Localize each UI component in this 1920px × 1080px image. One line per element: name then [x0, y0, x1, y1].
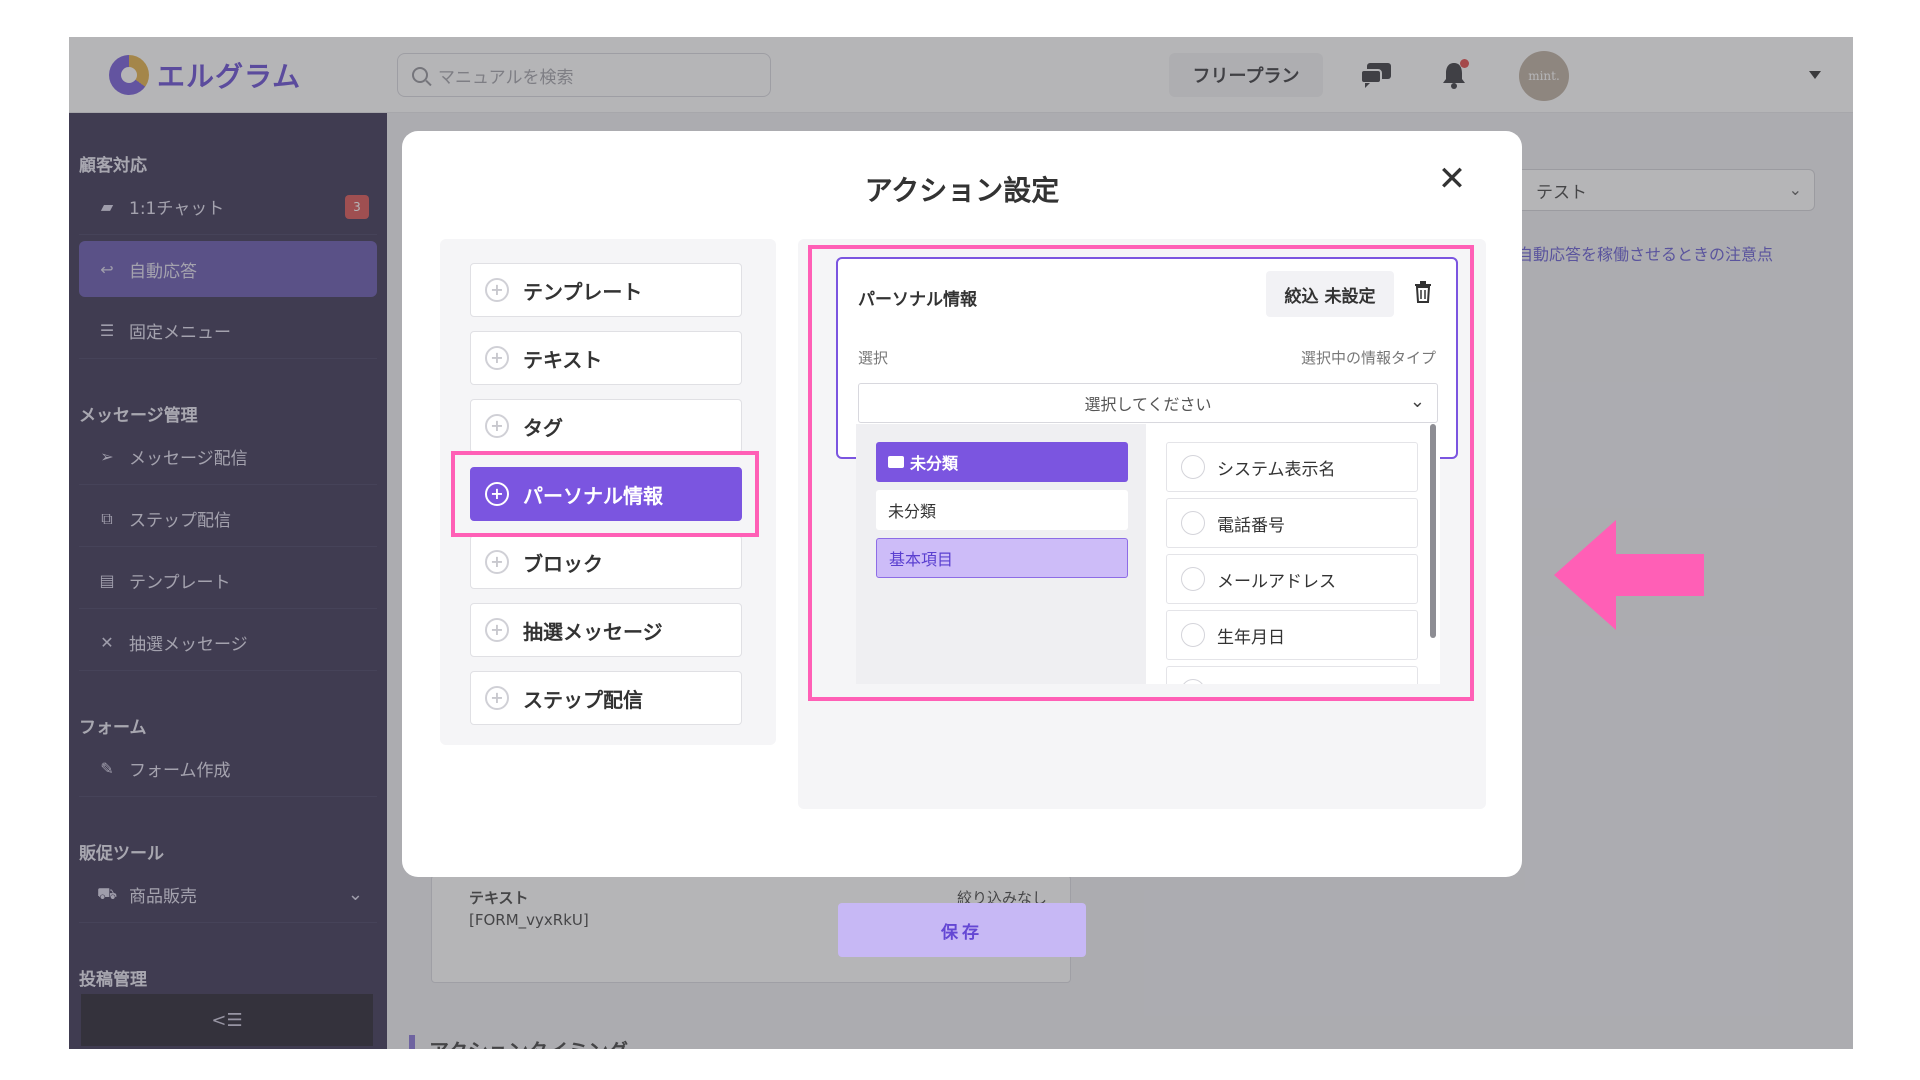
- action-type-list: + テンプレート + テキスト + タグ + パーソナル情報 + ブロック + …: [440, 239, 776, 745]
- action-label: テキスト: [523, 347, 603, 372]
- action-template-button[interactable]: + テンプレート: [470, 263, 742, 317]
- highlight-box-left: [451, 451, 759, 537]
- highlight-box-right: [808, 245, 1474, 701]
- action-settings-modal: アクション設定 ✕ + テンプレート + テキスト + タグ + パーソナル情報…: [402, 131, 1522, 877]
- app-window: エルグラム マニュアルを検索 フリープラン mint. 顧客対応 ▰ 1:1チャ…: [69, 37, 1853, 1049]
- plus-circle-icon: +: [485, 686, 509, 710]
- action-text-button[interactable]: + テキスト: [470, 331, 742, 385]
- pointer-arrow-icon: [1554, 520, 1704, 630]
- plus-circle-icon: +: [485, 346, 509, 370]
- action-block-button[interactable]: + ブロック: [470, 535, 742, 589]
- plus-circle-icon: +: [485, 278, 509, 302]
- action-tag-button[interactable]: + タグ: [470, 399, 742, 453]
- save-button[interactable]: 保存: [838, 903, 1086, 957]
- action-step-delivery-button[interactable]: + ステップ配信: [470, 671, 742, 725]
- plus-circle-icon: +: [485, 618, 509, 642]
- action-label: ブロック: [523, 551, 603, 576]
- action-label: タグ: [523, 415, 563, 440]
- plus-circle-icon: +: [485, 550, 509, 574]
- action-lottery-button[interactable]: + 抽選メッセージ: [470, 603, 742, 657]
- modal-title: アクション設定: [864, 174, 1060, 207]
- close-icon[interactable]: ✕: [1434, 159, 1470, 199]
- action-label: テンプレート: [523, 279, 643, 304]
- action-label: ステップ配信: [523, 687, 643, 712]
- plus-circle-icon: +: [485, 414, 509, 438]
- action-label: 抽選メッセージ: [523, 619, 663, 644]
